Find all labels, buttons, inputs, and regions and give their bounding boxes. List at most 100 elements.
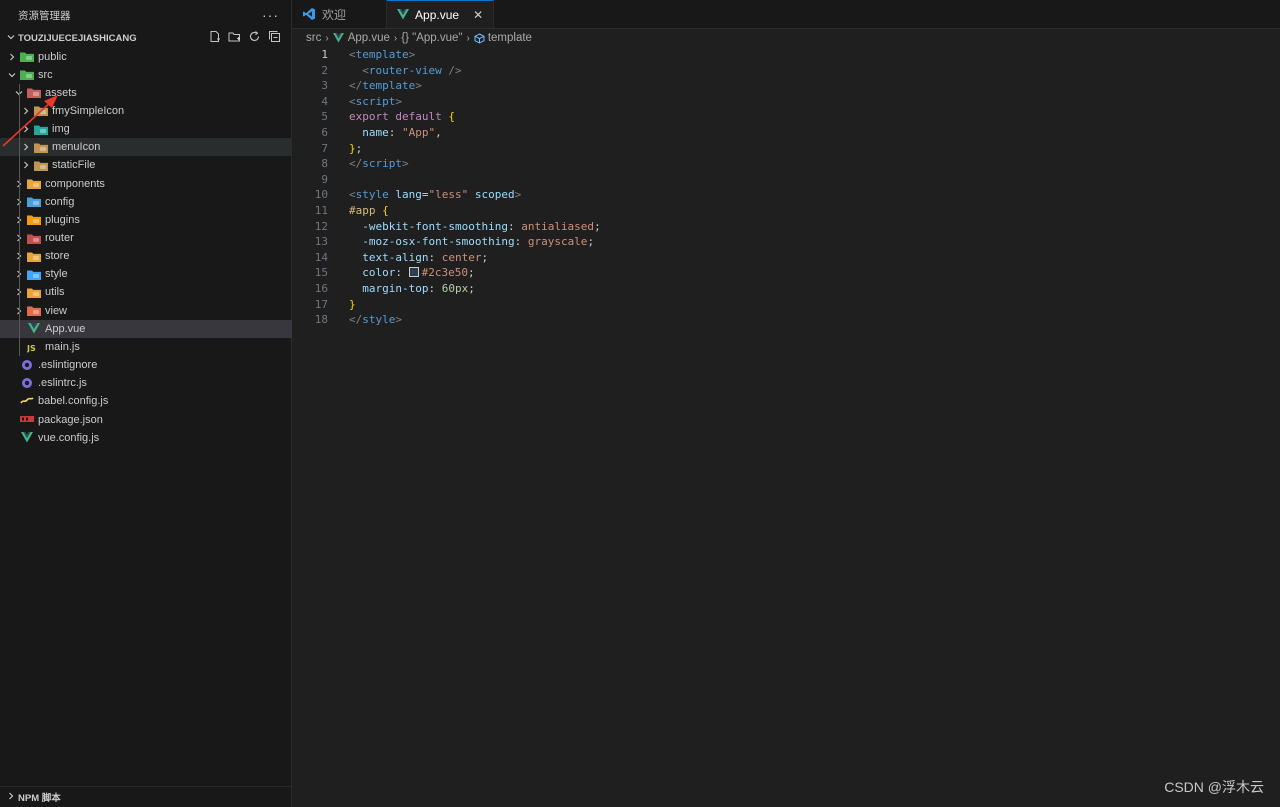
vue-icon	[20, 432, 34, 444]
line-number: 10	[314, 188, 328, 202]
src-folder-icon	[20, 69, 34, 81]
chevron-down-icon	[6, 32, 18, 45]
tree-item-utils[interactable]: utils	[0, 283, 304, 301]
tree-item-label: main.js	[45, 340, 80, 353]
chevron-down-icon	[6, 69, 18, 81]
indent-guide	[19, 83, 20, 357]
tree-item-label: .eslintrc.js	[38, 377, 87, 390]
breadcrumb: src › App.vue › {} "App.vue" › template	[292, 29, 1280, 47]
js-icon: JS	[27, 341, 41, 353]
code-line: 6 name: "App",	[292, 125, 1280, 141]
code-editor[interactable]: 1 <template> 2 <router-view /> 3 </templat…	[292, 47, 1280, 328]
tree-item-label: App.vue	[45, 322, 86, 335]
tree-item-label: package.json	[38, 413, 103, 426]
vue-icon	[332, 33, 344, 43]
code-line: 1 <template>	[292, 47, 1280, 63]
more-actions-icon[interactable]: ···	[262, 7, 279, 23]
tree-item-label: menuIcon	[52, 141, 101, 154]
tree-item-label: config	[45, 195, 75, 208]
assets-folder-icon	[27, 87, 41, 99]
tree-item-app-vue[interactable]: App.vue	[0, 319, 304, 338]
config-folder-icon	[27, 196, 41, 208]
tree-item-babel-config-js[interactable]: babel.config.js	[0, 392, 297, 410]
code-line: 13 -moz-osx-font-smoothing: grayscale;	[292, 234, 1280, 250]
code-line: 12 -webkit-font-smoothing: antialiased;	[292, 219, 1280, 235]
line-number: 8	[321, 157, 328, 171]
tree-item-src[interactable]: src	[0, 66, 297, 84]
watermark: CSDN @浮木云	[1164, 779, 1264, 795]
breadcrumb-item[interactable]: {} "App.vue"	[401, 32, 462, 44]
tree-item-label: img	[52, 123, 70, 136]
line-number: 15	[314, 266, 328, 280]
breadcrumb-item[interactable]: src	[306, 32, 321, 44]
tree-item-vue-config-js[interactable]: vue.config.js	[0, 429, 297, 447]
router-folder-icon	[27, 232, 41, 244]
tree-item-img[interactable]: img	[0, 120, 311, 138]
line-number: 18	[314, 313, 328, 327]
tree-item-label: vue.config.js	[38, 431, 100, 444]
color-swatch[interactable]	[408, 267, 419, 278]
eslint-icon	[20, 359, 34, 371]
tab-bar: 欢迎 App.vue ✕	[292, 0, 1280, 29]
tree-item-label: .eslintignore	[38, 359, 98, 372]
tree-item-components[interactable]: components	[0, 175, 304, 193]
chevron-right-icon	[20, 105, 32, 117]
new-folder-icon[interactable]	[228, 30, 241, 43]
chevron-right-icon	[20, 123, 32, 135]
view-folder-icon	[27, 305, 41, 317]
tree-item-label: utils	[45, 286, 65, 299]
tree-item-plugins[interactable]: plugins	[0, 211, 304, 229]
tree-item-package-json[interactable]: package.json	[0, 411, 297, 429]
close-icon[interactable]: ✕	[473, 8, 483, 22]
tree-item-style[interactable]: style	[0, 265, 304, 283]
code-line: 9	[292, 172, 1280, 188]
line-number: 11	[314, 203, 328, 217]
chevron-right-icon	[20, 159, 32, 171]
breadcrumb-separator: ›	[466, 32, 470, 44]
refresh-icon[interactable]	[248, 30, 261, 43]
collapse-all-icon[interactable]	[268, 30, 281, 43]
breadcrumb-item[interactable]: template	[488, 32, 532, 44]
tree-item-label: plugins	[45, 213, 80, 226]
tree-item-assets[interactable]: assets	[0, 84, 304, 102]
tree-item-eslintignore[interactable]: .eslintignore	[0, 356, 297, 374]
store-folder-icon	[27, 250, 41, 262]
svg-text:JS: JS	[27, 344, 36, 353]
vue-icon	[27, 323, 41, 335]
tab-welcome[interactable]: 欢迎	[292, 0, 388, 28]
breadcrumb-item[interactable]: App.vue	[348, 32, 390, 44]
line-number: 7	[321, 141, 328, 155]
tree-item-config[interactable]: config	[0, 193, 304, 211]
code-line: 10 <style lang="less" scoped>	[292, 187, 1280, 203]
explorer-sidebar: 资源管理器 ··· TOUZIJUECEJIASHICANG public src…	[0, 0, 311, 807]
project-name: TOUZIJUECEJIASHICANG	[18, 32, 137, 44]
tree-item-public[interactable]: public	[0, 48, 297, 66]
line-number: 4	[321, 94, 328, 108]
code-line: 7};	[292, 141, 1280, 157]
tree-item-menuicon[interactable]: menuIcon	[0, 138, 311, 157]
tree-item-fmysimpleicon[interactable]: fmySimpleIcon	[0, 102, 311, 120]
tree-item-view[interactable]: view	[0, 302, 304, 320]
tree-item-router[interactable]: router	[0, 229, 304, 247]
tree-item-main-js[interactable]: JS main.js	[0, 338, 304, 356]
npm-scripts-section[interactable]: NPM 脚本	[0, 786, 291, 807]
line-number: 1	[321, 48, 328, 61]
tree-item-staticfile[interactable]: staticFile	[0, 156, 311, 174]
folder-icon	[34, 105, 48, 117]
explorer-header: 资源管理器 ···	[0, 0, 291, 30]
new-file-icon[interactable]	[208, 30, 221, 43]
npm-icon	[20, 414, 34, 426]
breadcrumb-separator: ›	[325, 32, 329, 44]
code-line: 15 color: #2c3e50;	[292, 265, 1280, 281]
project-section-header[interactable]: TOUZIJUECEJIASHICANG	[0, 30, 291, 46]
tree-item-label: src	[38, 68, 53, 81]
tree-item-store[interactable]: store	[0, 247, 304, 265]
tree-item-eslintrc-js[interactable]: .eslintrc.js	[0, 374, 297, 392]
tab-app-vue[interactable]: App.vue ✕	[387, 0, 495, 28]
code-line: 3 </template>	[292, 78, 1280, 94]
line-number: 16	[314, 281, 328, 295]
code-line: 2 <router-view />	[292, 63, 1280, 79]
